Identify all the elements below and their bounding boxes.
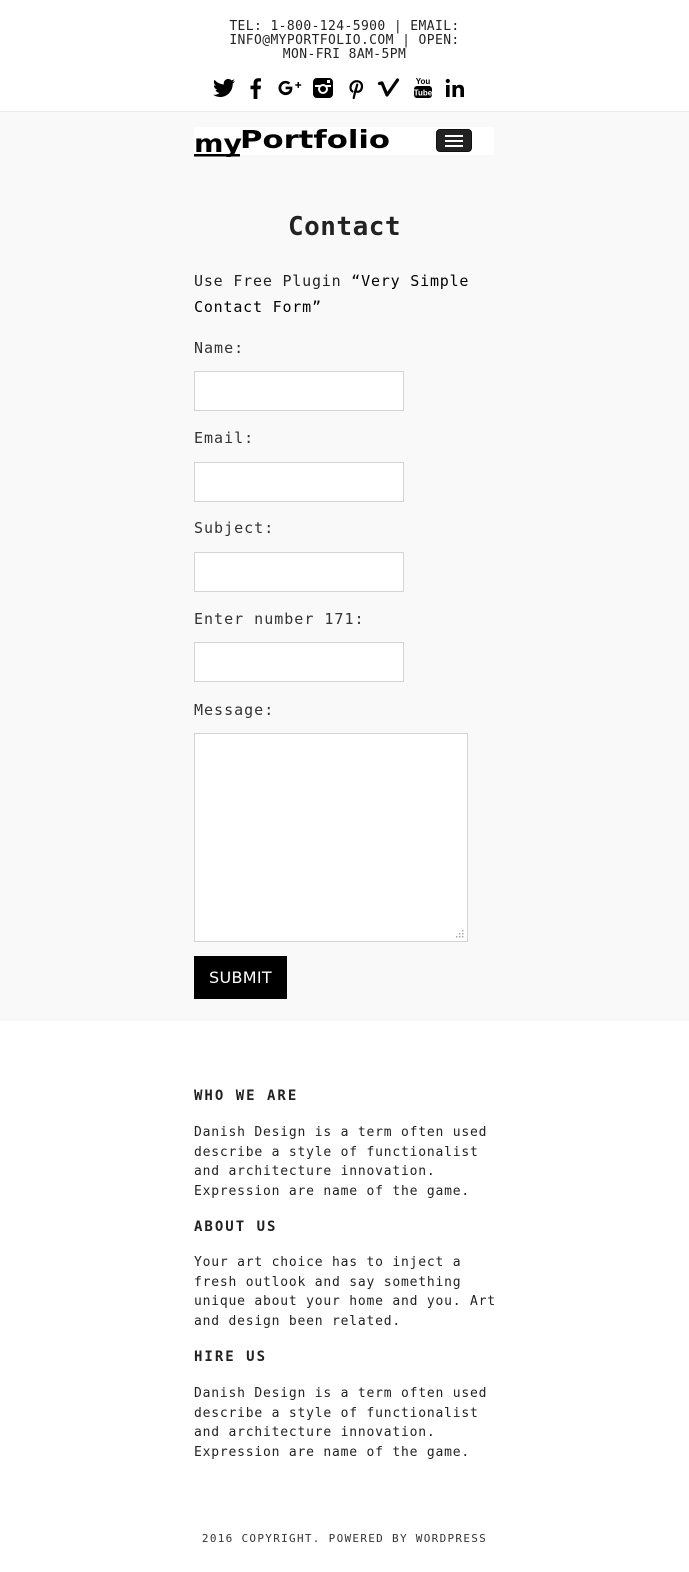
footer: WHO WE ARE Danish Design is a term often… [0,1021,689,1572]
main-content: my Portfolio Contact Use Free Plugin “Ve… [0,112,689,1021]
twitter-icon[interactable] [212,76,236,100]
name-field[interactable] [194,371,404,411]
logo-text-my: my [194,129,242,157]
facebook-icon[interactable] [244,76,268,100]
intro-line-2: Contact Form” [194,298,322,316]
email-label: Email: [194,429,255,447]
message-label: Message: [194,701,275,719]
submit-button[interactable]: SUBMIT [194,956,287,999]
contact-intro: Use Free Plugin “Very Simple Contact For… [194,268,494,320]
hamburger-menu-icon[interactable] [436,129,472,152]
email-field[interactable] [194,462,404,502]
name-label: Name: [194,339,245,357]
contact-info-line-1: TEL: 1-800-124-5900 | EMAIL: [229,19,460,34]
google-plus-icon[interactable] [278,76,302,100]
copyright: 2016 COPYRIGHT. POWERED BY WORDPRESS [201,1532,488,1545]
resize-handle-icon[interactable] [455,929,465,939]
top-bar: TEL: 1-800-124-5900 | EMAIL: INFO@MYPORT… [0,0,689,112]
pinterest-icon[interactable] [344,76,368,100]
intro-quote: “Very Simple [351,272,470,290]
linkedin-icon[interactable] [443,76,467,100]
captcha-label: Enter number 171: [194,610,365,628]
logo-text-portfolio: Portfolio [240,127,390,154]
about-us-heading: ABOUT US [194,1219,278,1235]
message-field[interactable] [194,733,468,942]
youtube-icon[interactable]: You Tube [411,76,435,100]
hire-us-heading: HIRE US [194,1349,268,1365]
about-us-text: Your art choice has to inject a fresh ou… [194,1255,496,1329]
youtube-icon-text-bottom: Tube [414,89,433,98]
subject-label: Subject: [194,519,275,537]
subject-field[interactable] [194,552,404,592]
vimeo-icon[interactable] [377,76,401,100]
hire-us-text: Danish Design is a term often used descr… [194,1386,488,1460]
page-title: Contact [287,212,402,242]
site-header: my Portfolio [194,127,494,157]
youtube-icon-text-top: You [416,77,431,86]
contact-info-line-2: INFO@MYPORTFOLIO.COM | OPEN: [229,33,460,48]
instagram-icon[interactable] [311,76,335,100]
contact-info-line-3: MON-FRI 8AM-5PM [282,47,407,62]
captcha-field[interactable] [194,642,404,682]
who-we-are-text: Danish Design is a term often used descr… [194,1125,488,1199]
site-logo[interactable]: my Portfolio [194,127,394,157]
intro-prefix: Use Free Plugin [194,272,352,290]
who-we-are-heading: WHO WE ARE [194,1088,299,1104]
social-links: You Tube [212,76,468,100]
